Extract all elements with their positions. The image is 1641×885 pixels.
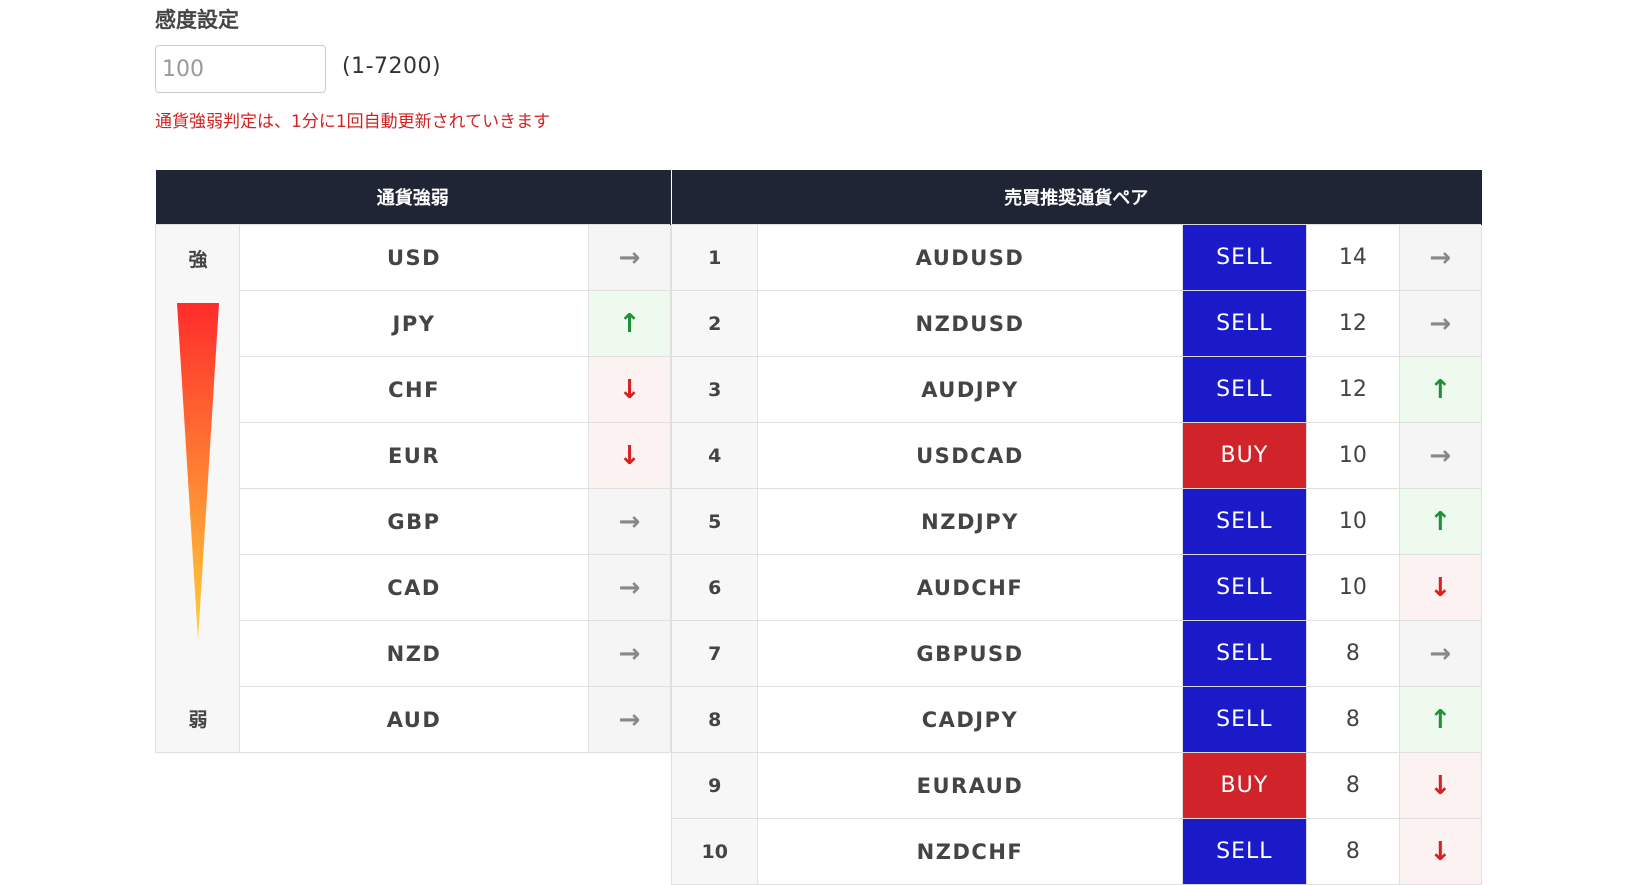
pair-row: 9 EURAUD BUY 8 ↓ bbox=[670, 752, 1483, 819]
pair-score: 10 bbox=[1306, 488, 1400, 555]
sell-signal-badge: SELL bbox=[1181, 224, 1308, 291]
sensitivity-input[interactable] bbox=[155, 45, 326, 93]
sell-signal-badge: SELL bbox=[1181, 290, 1308, 357]
trend-down-icon: ↓ bbox=[588, 422, 671, 489]
trend-flat-icon: → bbox=[588, 620, 671, 687]
trend-flat-icon: → bbox=[1398, 290, 1483, 357]
sell-signal-badge: SELL bbox=[1181, 356, 1308, 423]
currency-strength-table: 通貨強弱 強弱 USD → JPY ↑ CHF ↓ EUR ↓ GBP → CAD → NZD → AUD → bbox=[155, 170, 671, 753]
trend-flat-icon: → bbox=[1398, 224, 1483, 291]
pair-score: 10 bbox=[1306, 422, 1400, 489]
currency-name: NZD bbox=[239, 620, 589, 687]
currency-name: CHF bbox=[239, 356, 589, 423]
pair-name: AUDUSD bbox=[757, 224, 1183, 291]
currency-name: USD bbox=[239, 224, 589, 291]
trend-flat-icon: → bbox=[588, 686, 671, 753]
pair-row: 4 USDCAD BUY 10 → bbox=[670, 422, 1483, 489]
pair-name: USDCAD bbox=[757, 422, 1183, 489]
trend-flat-icon: → bbox=[1398, 620, 1483, 687]
strength-gradient-triangle bbox=[177, 303, 219, 640]
pair-score: 14 bbox=[1306, 224, 1400, 291]
sell-signal-badge: SELL bbox=[1181, 488, 1308, 555]
pair-name: AUDJPY bbox=[757, 356, 1183, 423]
pair-rank: 9 bbox=[670, 752, 759, 819]
pair-row: 2 NZDUSD SELL 12 → bbox=[670, 290, 1483, 357]
trend-up-icon: ↑ bbox=[1398, 488, 1483, 555]
trend-flat-icon: → bbox=[1398, 422, 1483, 489]
pair-rank: 3 bbox=[670, 356, 759, 423]
pair-name: AUDCHF bbox=[757, 554, 1183, 621]
currency-name: JPY bbox=[239, 290, 589, 357]
pair-rank: 1 bbox=[670, 224, 759, 291]
pair-row: 7 GBPUSD SELL 8 → bbox=[670, 620, 1483, 687]
currency-strength-header: 通貨強弱 bbox=[155, 170, 671, 225]
trend-flat-icon: → bbox=[588, 488, 671, 555]
recommended-pairs-table: 売買推奨通貨ペア 1 AUDUSD SELL 14 → 2 NZDUSD SELL 12 → 3 AU… bbox=[670, 170, 1483, 885]
sell-signal-badge: SELL bbox=[1181, 620, 1308, 687]
pair-score: 8 bbox=[1306, 620, 1400, 687]
update-notice: 通貨強弱判定は、1分に1回自動更新されていきます bbox=[155, 112, 551, 132]
trend-up-icon: ↑ bbox=[1398, 686, 1483, 753]
currency-name: EUR bbox=[239, 422, 589, 489]
pair-rank: 2 bbox=[670, 290, 759, 357]
pair-score: 8 bbox=[1306, 752, 1400, 819]
sensitivity-title: 感度設定 bbox=[155, 8, 239, 32]
pair-row: 5 NZDJPY SELL 10 ↑ bbox=[670, 488, 1483, 555]
trend-down-icon: ↓ bbox=[588, 356, 671, 423]
pair-rank: 6 bbox=[670, 554, 759, 621]
strong-label: 強 bbox=[188, 249, 208, 271]
sensitivity-range-label: (1-7200) bbox=[342, 54, 442, 79]
recommended-pairs-header: 売買推奨通貨ペア bbox=[671, 170, 1482, 225]
pair-score: 12 bbox=[1306, 290, 1400, 357]
trend-up-icon: ↑ bbox=[1398, 356, 1483, 423]
pair-name: GBPUSD bbox=[757, 620, 1183, 687]
strength-row: 強弱 USD → bbox=[155, 224, 671, 753]
pair-score: 8 bbox=[1306, 686, 1400, 753]
trend-down-icon: ↓ bbox=[1398, 554, 1483, 621]
currency-name: CAD bbox=[239, 554, 589, 621]
pair-rank: 8 bbox=[670, 686, 759, 753]
currency-name: GBP bbox=[239, 488, 589, 555]
sell-signal-badge: SELL bbox=[1181, 686, 1308, 753]
trend-down-icon: ↓ bbox=[1398, 752, 1483, 819]
pair-name: EURAUD bbox=[757, 752, 1183, 819]
buy-signal-badge: BUY bbox=[1181, 752, 1308, 819]
trend-flat-icon: → bbox=[588, 224, 671, 291]
strength-gauge: 強弱 bbox=[155, 224, 240, 753]
pair-name: CADJPY bbox=[757, 686, 1183, 753]
trend-up-icon: ↑ bbox=[588, 290, 671, 357]
sell-signal-badge: SELL bbox=[1181, 554, 1308, 621]
pair-rank: 5 bbox=[670, 488, 759, 555]
pair-rank: 7 bbox=[670, 620, 759, 687]
trend-flat-icon: → bbox=[588, 554, 671, 621]
pair-row: 1 AUDUSD SELL 14 → bbox=[670, 224, 1483, 291]
pair-rank: 4 bbox=[670, 422, 759, 489]
pair-score: 10 bbox=[1306, 554, 1400, 621]
pair-name: NZDUSD bbox=[757, 290, 1183, 357]
pair-row: 3 AUDJPY SELL 12 ↑ bbox=[670, 356, 1483, 423]
weak-label: 弱 bbox=[188, 709, 208, 731]
pair-row: 6 AUDCHF SELL 10 ↓ bbox=[670, 554, 1483, 621]
currency-name: AUD bbox=[239, 686, 589, 753]
pair-row: 8 CADJPY SELL 8 ↑ bbox=[670, 686, 1483, 753]
pair-name: NZDJPY bbox=[757, 488, 1183, 555]
buy-signal-badge: BUY bbox=[1181, 422, 1308, 489]
pair-score: 12 bbox=[1306, 356, 1400, 423]
